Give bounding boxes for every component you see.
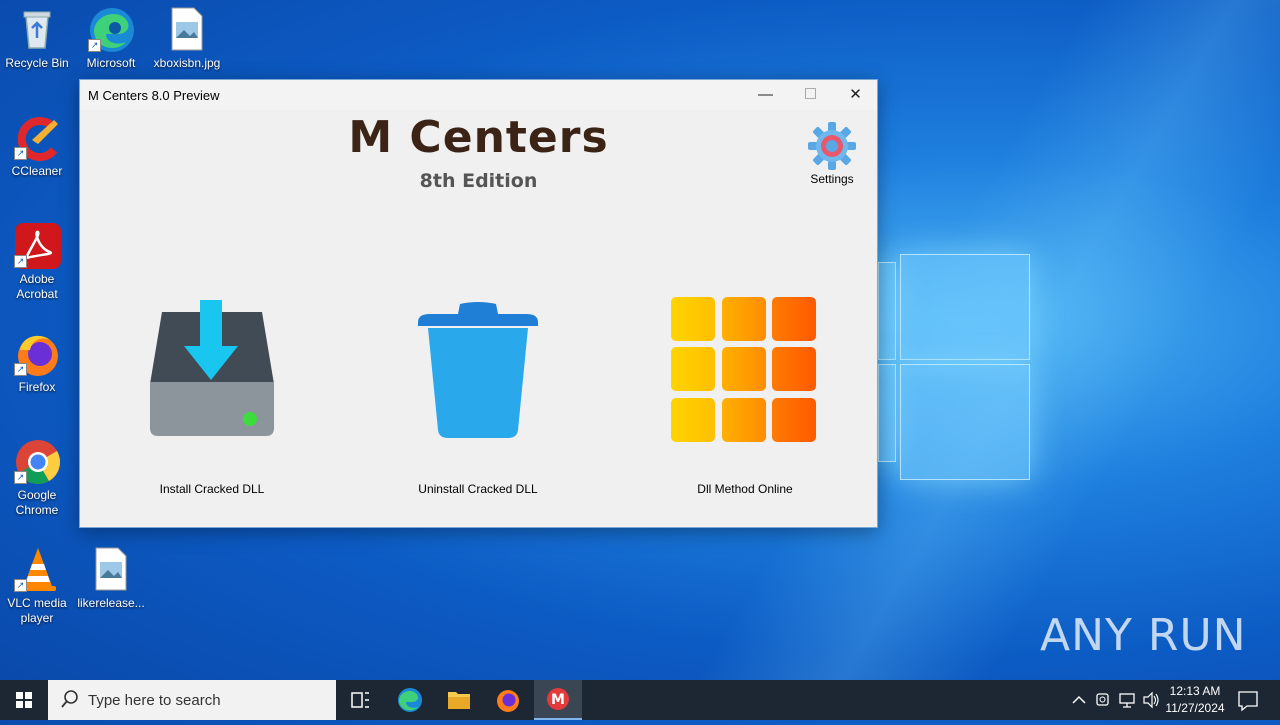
clock-time: 12:13 AM <box>1169 684 1221 698</box>
anyrun-watermark: ANY RUN <box>1040 610 1247 661</box>
minimize-button[interactable]: — <box>743 80 788 110</box>
desktop-icon-label: Adobe Acrobat <box>16 272 58 301</box>
m-centers-window: M Centers 8.0 Preview — ☐ ✕ M Centers 8t… <box>79 79 878 528</box>
network-icon <box>1119 693 1135 708</box>
dll-method-label: Dll Method Online <box>697 482 793 496</box>
image-file-icon <box>164 6 210 52</box>
maximize-button[interactable]: ☐ <box>788 80 833 110</box>
vlc-icon: ↗ <box>14 546 60 592</box>
grid-icon <box>670 296 818 444</box>
chrome-icon: ↗ <box>14 438 60 484</box>
desktop-icon-recycle-bin[interactable]: Recycle Bin <box>0 6 74 71</box>
tray-overflow-button[interactable] <box>1068 680 1090 720</box>
task-view-button[interactable] <box>336 680 384 720</box>
desktop-icon-xboxisbn[interactable]: xboxisbn.jpg <box>150 6 224 71</box>
search-placeholder: Type here to search <box>88 692 221 709</box>
task-view-icon <box>351 692 369 708</box>
close-button[interactable]: ✕ <box>833 80 878 110</box>
settings-label: Settings <box>810 172 854 186</box>
desktop-icon-vlc[interactable]: ↗ VLC media player <box>0 546 74 626</box>
tray-meet-now[interactable] <box>1092 680 1114 720</box>
shortcut-arrow-icon: ↗ <box>88 39 101 52</box>
recycle-bin-icon <box>14 6 60 52</box>
desktop-icon-label: CCleaner <box>11 164 63 178</box>
gear-icon <box>806 120 858 172</box>
taskbar-search-box[interactable]: Type here to search <box>48 680 336 720</box>
desktop-icon-google-chrome[interactable]: ↗ Google Chrome <box>0 438 74 518</box>
desktop-icon-label: Firefox <box>18 380 56 394</box>
taskbar-edge[interactable] <box>386 680 434 720</box>
taskbar-firefox[interactable] <box>484 680 532 720</box>
firefox-icon <box>497 690 519 712</box>
tray-clock[interactable]: 12:13 AM 11/27/2024 <box>1164 680 1226 720</box>
desktop-icon-adobe-acrobat[interactable]: ↗ Adobe Acrobat <box>0 222 74 302</box>
desktop-icon-likerelease[interactable]: likerelease... <box>74 546 148 611</box>
tray-network[interactable] <box>1116 680 1138 720</box>
taskbar: Type here to search M 12:13 AM 11/27/202… <box>0 680 1280 720</box>
ccleaner-icon: ↗ <box>14 114 60 161</box>
window-title: M Centers 8.0 Preview <box>88 88 220 103</box>
desktop-icon-ccleaner[interactable]: ↗ CCleaner <box>0 114 74 179</box>
desktop-icon-label: Microsoft Edge <box>86 56 136 72</box>
taskbar-m-centers[interactable]: M <box>534 680 582 720</box>
edge-icon: ↗ <box>88 6 134 52</box>
window-titlebar[interactable]: M Centers 8.0 Preview — ☐ ✕ <box>80 80 877 110</box>
install-label: Install Cracked DLL <box>159 482 265 496</box>
uninstall-label: Uninstall Cracked DLL <box>418 482 538 496</box>
search-icon <box>60 689 80 713</box>
image-file-icon <box>88 546 134 592</box>
install-cracked-dll-button[interactable]: Install Cracked DLL <box>112 296 312 506</box>
clock-date: 11/27/2024 <box>1165 701 1225 715</box>
folder-icon <box>448 692 470 709</box>
windows-start-icon <box>16 692 32 708</box>
firefox-icon: ↗ <box>14 330 60 376</box>
app-subtitle: 8th Edition <box>419 170 538 192</box>
uninstall-cracked-dll-button[interactable]: Uninstall Cracked DLL <box>378 296 578 506</box>
speaker-icon <box>1143 691 1159 709</box>
desktop-icon-label: VLC media player <box>7 596 67 625</box>
desktop-icon-label: likerelease... <box>77 596 145 610</box>
edge-icon <box>398 688 422 712</box>
svg-text:M: M <box>551 692 565 708</box>
windows-logo-wallpaper <box>878 240 1030 480</box>
dll-method-online-button[interactable]: Dll Method Online <box>645 296 845 506</box>
desktop-icon-label: Recycle Bin <box>5 56 69 70</box>
shortcut-arrow-icon: ↗ <box>14 147 27 160</box>
m-centers-app-icon: M <box>547 688 569 710</box>
start-button[interactable] <box>0 680 48 720</box>
drive-download-icon <box>148 296 276 440</box>
chevron-up-icon <box>1072 695 1086 704</box>
camera-icon <box>1096 693 1109 706</box>
shortcut-arrow-icon: ↗ <box>14 471 27 484</box>
desktop-icon-firefox[interactable]: ↗ Firefox <box>0 330 74 395</box>
notification-icon <box>1238 691 1258 712</box>
trash-bin-icon <box>416 300 540 440</box>
taskbar-file-explorer[interactable] <box>435 680 483 720</box>
desktop-icon-label: xboxisbn.jpg <box>153 56 221 70</box>
app-title: M Centers <box>348 112 609 163</box>
shortcut-arrow-icon: ↗ <box>14 363 27 376</box>
shortcut-arrow-icon: ↗ <box>14 255 27 268</box>
tray-volume[interactable] <box>1140 680 1162 720</box>
shortcut-arrow-icon: ↗ <box>14 579 27 592</box>
desktop-icon-label: Google Chrome <box>15 488 59 517</box>
adobe-acrobat-icon: ↗ <box>14 222 61 269</box>
desktop-icon-edge[interactable]: ↗ Microsoft Edge <box>74 6 148 72</box>
action-center-button[interactable] <box>1234 680 1262 720</box>
settings-button[interactable]: Settings <box>802 120 862 186</box>
